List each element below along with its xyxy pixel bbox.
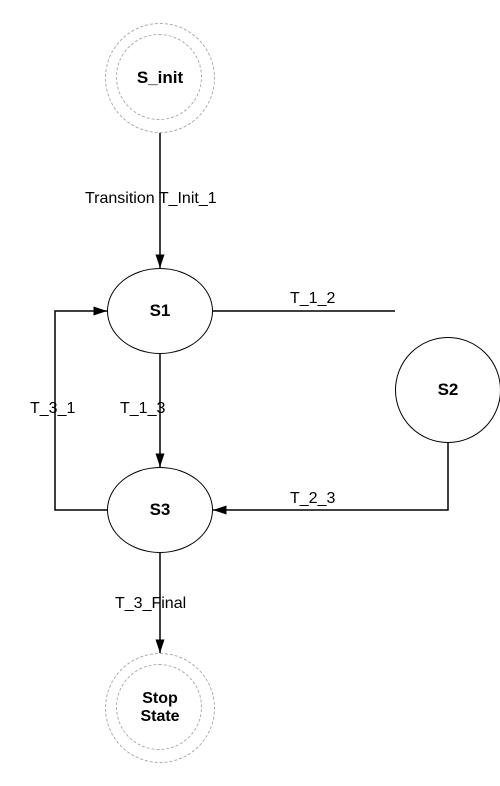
- state-stop: Stop State: [105, 653, 215, 763]
- state-diagram: S_init S1 S2 S3 Stop State Transition T_…: [0, 0, 500, 786]
- state-s2: S2: [395, 337, 500, 443]
- state-s3: S3: [107, 467, 213, 553]
- state-s3-label: S3: [150, 500, 171, 520]
- transition-t-2-3-label: T_2_3: [290, 490, 335, 508]
- transition-t-1-3-label: T_1_3: [120, 400, 165, 418]
- transition-t-3-final-label: T_3_Final: [115, 595, 186, 613]
- transition-t-init-1-label: Transition T_Init_1: [85, 190, 217, 208]
- state-s1: S1: [107, 268, 213, 354]
- state-s2-label: S2: [438, 380, 459, 400]
- transition-t-3-1-label: T_3_1: [30, 400, 75, 418]
- transition-t-1-2-label: T_1_2: [290, 290, 335, 308]
- state-s-init: S_init: [105, 23, 215, 133]
- state-s1-label: S1: [150, 301, 171, 321]
